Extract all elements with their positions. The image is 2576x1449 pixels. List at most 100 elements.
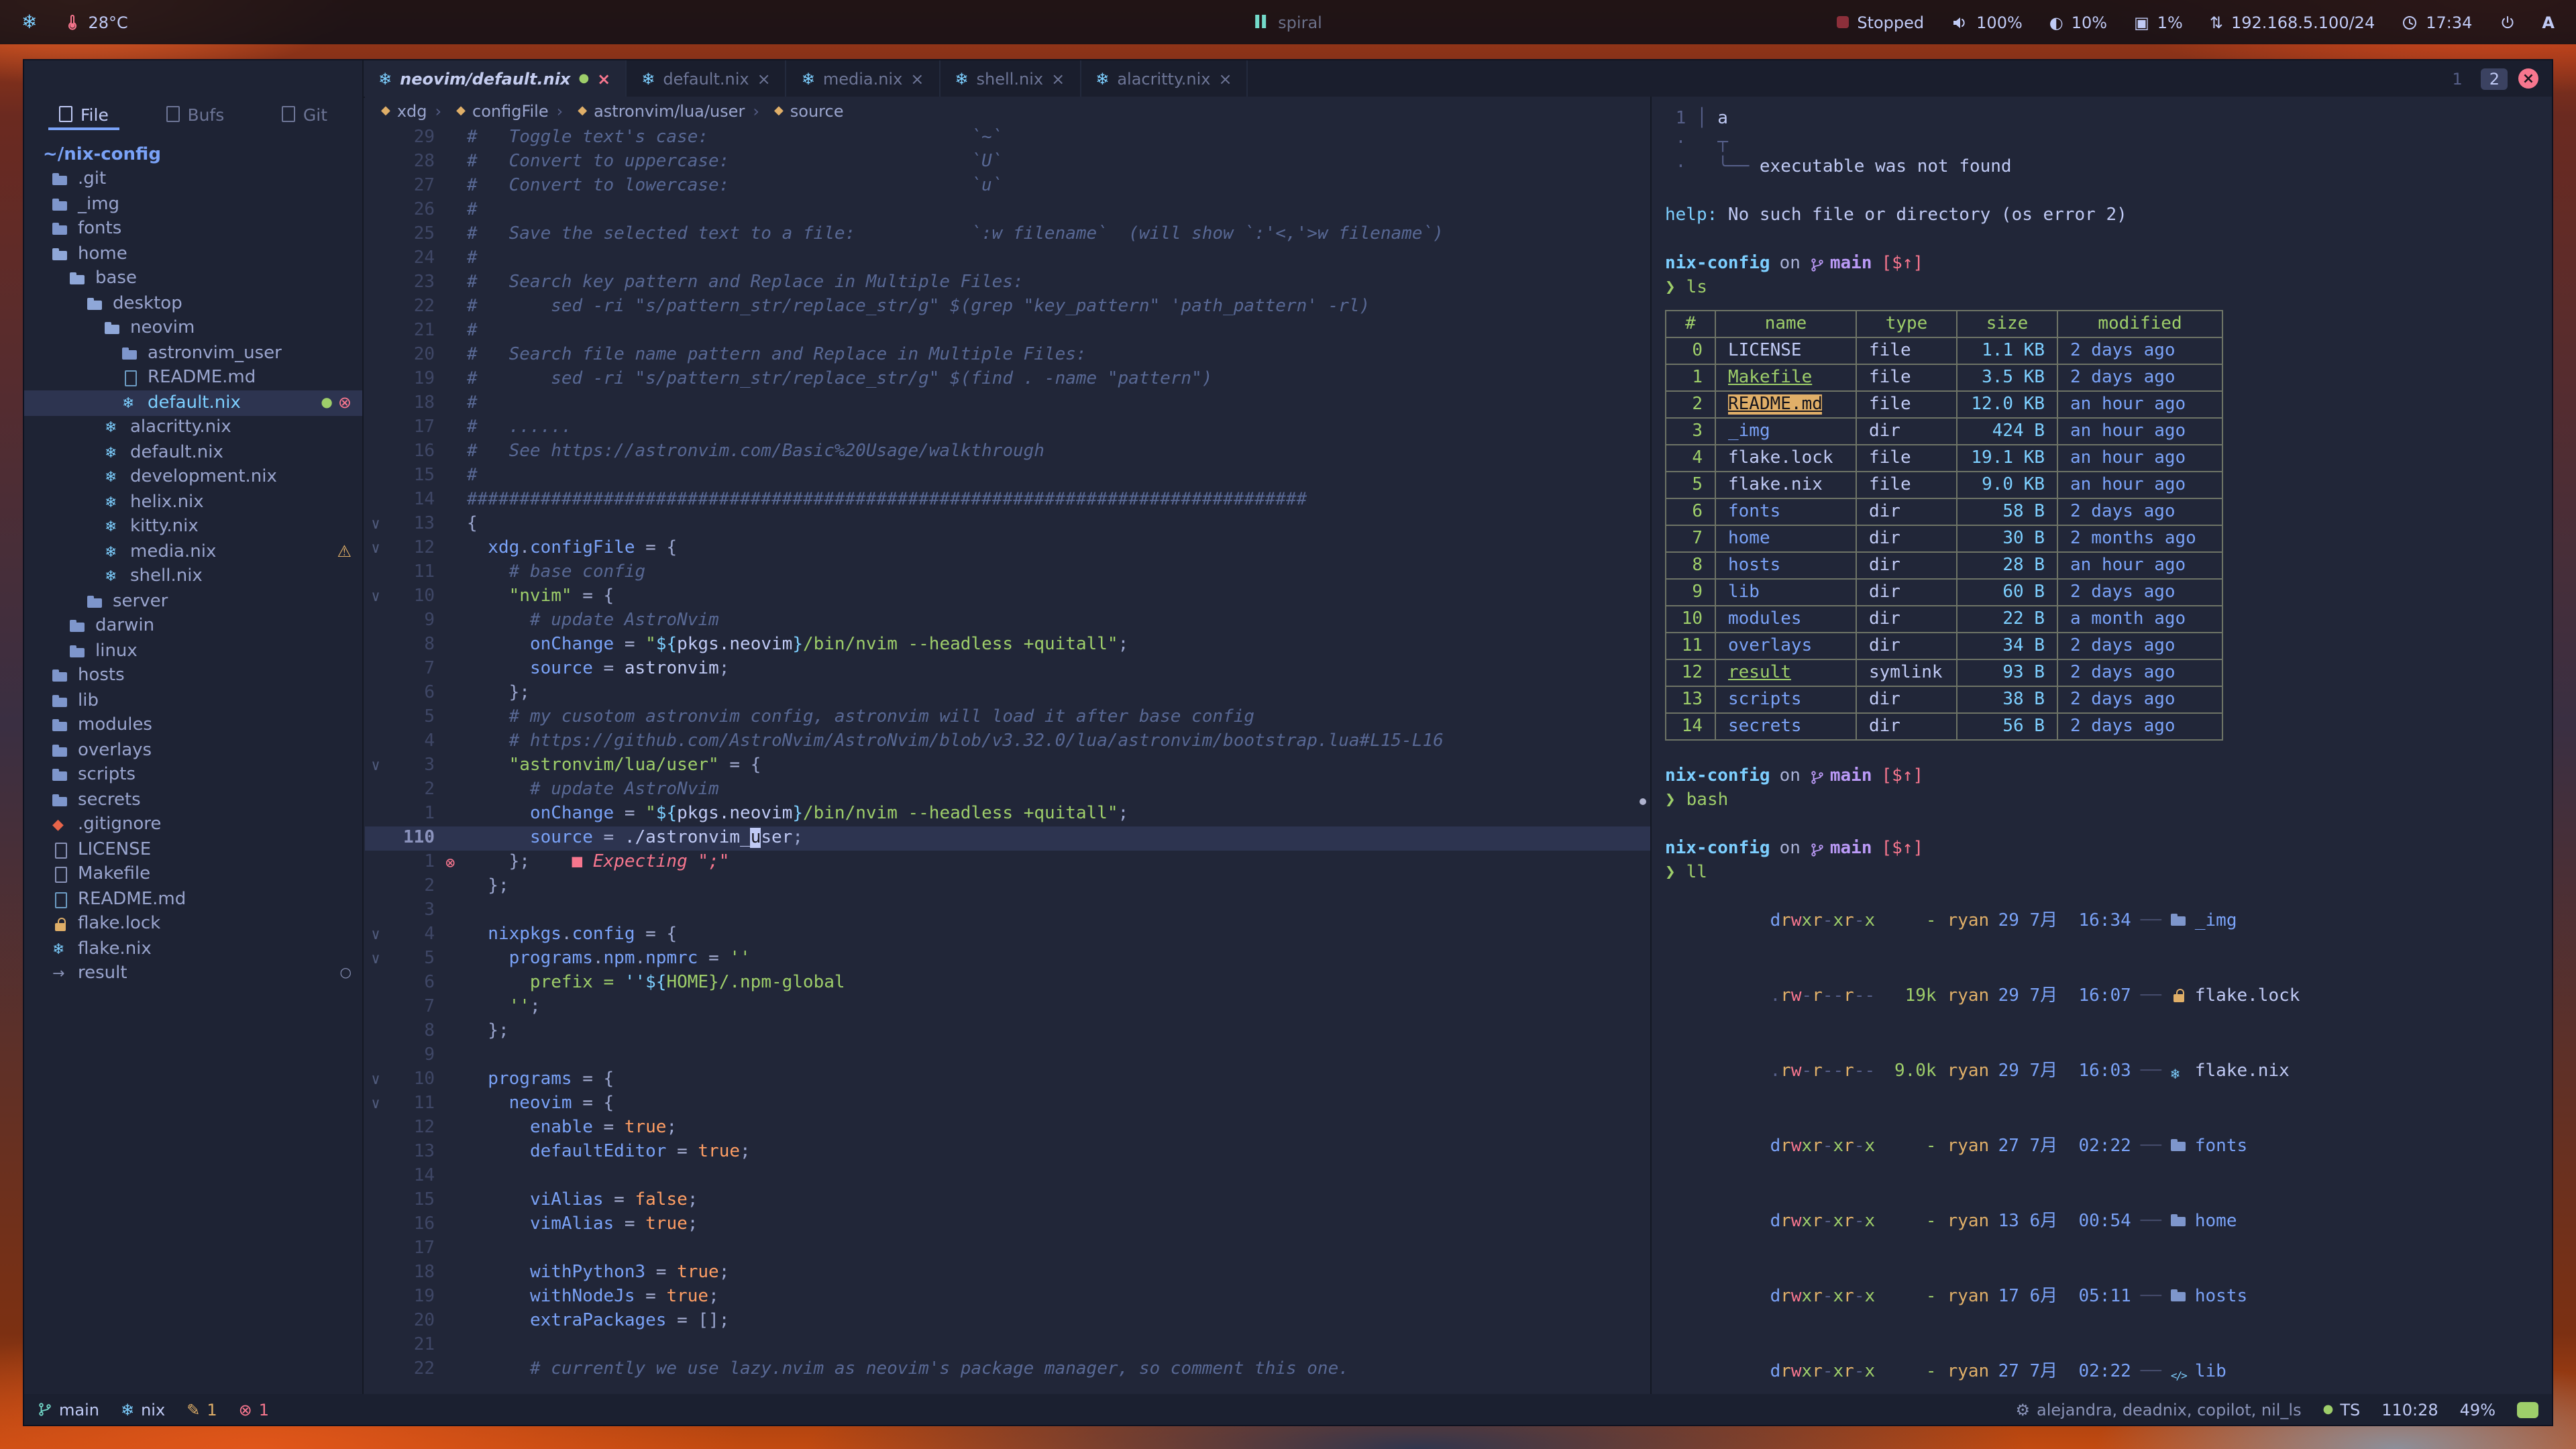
code-line[interactable]: ∨ 4 ⊗ nixpkgs.config = { — [365, 923, 1650, 947]
network-widget[interactable]: ⇅ 192.168.5.100/24 — [2210, 13, 2375, 32]
code-line[interactable]: ∨ 21 ⊗ # — [365, 319, 1650, 343]
code-line[interactable]: ∨ 7 ⊗ source = astronvim; — [365, 657, 1650, 682]
code-line[interactable]: ∨ 18 ⊗ withPython3 = true; — [365, 1261, 1650, 1285]
editor-pane[interactable]: › ◆ xdg › ◆ configFile › ◆ astronvim/lua… — [365, 97, 1650, 1394]
tree-item[interactable]: media.nix ● ⊗ ⚠ ○ — [24, 539, 362, 564]
code-line[interactable]: ∨ 8 ⊗ }; — [365, 1020, 1650, 1044]
code-line[interactable]: ∨ 110 ⊗ source = ./astronvim_user; — [365, 826, 1650, 851]
code-line[interactable]: ∨ 10 ⊗ "nvim" = { — [365, 585, 1650, 609]
code-line[interactable]: ∨ 21 ⊗ — [365, 1334, 1650, 1358]
tab-close-icon[interactable]: × — [910, 69, 924, 88]
tree-item[interactable]: secrets ● ⊗ ⚠ ○ — [24, 788, 362, 812]
tree-item[interactable]: darwin ● ⊗ ⚠ ○ — [24, 614, 362, 639]
code-line[interactable]: ∨ 18 ⊗ # — [365, 392, 1650, 416]
code-line[interactable]: ∨ 22 ⊗ # currently we use lazy.nvim as n… — [365, 1358, 1650, 1382]
tab-page-number[interactable]: 1 — [2444, 68, 2470, 89]
pause-icon[interactable] — [1254, 13, 1267, 32]
error-count-segment[interactable]: ⊗ 1 — [239, 1400, 269, 1419]
tab-page-number[interactable]: 2 — [2481, 68, 2508, 89]
tree-item[interactable]: fonts ● ⊗ ⚠ ○ — [24, 217, 362, 241]
tree-item[interactable]: flake.lock ● ⊗ ⚠ ○ — [24, 912, 362, 936]
code-line[interactable]: ∨ 20 ⊗ # Search file name pattern and Re… — [365, 343, 1650, 368]
tree-item[interactable]: .gitignore ● ⊗ ⚠ ○ — [24, 812, 362, 837]
code-line[interactable]: ∨ 6 ⊗ }; — [365, 682, 1650, 706]
nixos-menu[interactable]: ❄ — [21, 11, 37, 33]
tree-item[interactable]: .git ● ⊗ ⚠ ○ — [24, 167, 362, 192]
code-line[interactable]: ∨ 19 ⊗ # sed -ri "s/pattern_str/replace_… — [365, 368, 1650, 392]
keyboard-layout-widget[interactable]: A — [2542, 13, 2555, 32]
tree-item[interactable]: hosts ● ⊗ ⚠ ○ — [24, 663, 362, 688]
tree-item[interactable]: helix.nix ● ⊗ ⚠ ○ — [24, 490, 362, 515]
tree-item[interactable]: Makefile ● ⊗ ⚠ ○ — [24, 862, 362, 887]
code-line[interactable]: ∨ 15 ⊗ viAlias = false; — [365, 1189, 1650, 1213]
breadcrumb-item[interactable]: › ◆ configFile — [435, 102, 549, 121]
tree-item[interactable]: linux ● ⊗ ⚠ ○ — [24, 639, 362, 663]
code-line[interactable]: ∨ 12 ⊗ xdg.configFile = { — [365, 537, 1650, 561]
code-line[interactable]: ∨ 16 ⊗ # See https://astronvim.com/Basic… — [365, 440, 1650, 464]
code-line[interactable]: ∨ 5 ⊗ programs.npm.npmrc = '' — [365, 947, 1650, 971]
code-line[interactable]: ∨ 11 ⊗ # base config — [365, 561, 1650, 585]
power-button[interactable] — [2499, 14, 2515, 30]
fold-chevron-icon[interactable]: ∨ — [365, 1068, 386, 1092]
code-line[interactable]: ∨ 27 ⊗ # Convert to lowercase: `u` — [365, 174, 1650, 199]
fold-chevron-icon[interactable]: ∨ — [365, 1092, 386, 1116]
code-line[interactable]: ∨ 17 ⊗ # ...... — [365, 416, 1650, 440]
tree-item[interactable]: default.nix ● ⊗ ⚠ ○ — [24, 440, 362, 465]
fold-chevron-icon[interactable]: ∨ — [365, 537, 386, 561]
editor-tab[interactable]: ❄ default.nix ● × — [627, 60, 786, 97]
volume-widget[interactable]: 100% — [1951, 13, 2023, 32]
code-line[interactable]: ∨ 14 ⊗ — [365, 1165, 1650, 1189]
terminal-pane[interactable]: 1 │ a · ┬ · ╰── executable was not found… — [1650, 97, 2552, 1394]
tree-item[interactable]: shell.nix ● ⊗ ⚠ ○ — [24, 564, 362, 589]
tree-item[interactable]: lib ● ⊗ ⚠ ○ — [24, 688, 362, 713]
tree-item[interactable]: README.md ● ⊗ ⚠ ○ — [24, 366, 362, 390]
code-line[interactable]: ∨ 23 ⊗ # Search key pattern and Replace … — [365, 271, 1650, 295]
tree-item[interactable]: README.md ● ⊗ ⚠ ○ — [24, 887, 362, 912]
code-line[interactable]: ∨ 4 ⊗ # https://github.com/AstroNvim/Ast… — [365, 730, 1650, 754]
recorder-widget[interactable]: Stopped — [1837, 13, 1924, 32]
editor-tab[interactable]: ❄ shell.nix ● × — [940, 60, 1081, 97]
code-line[interactable]: ∨ 20 ⊗ extraPackages = []; — [365, 1309, 1650, 1334]
code-line[interactable]: ∨ 9 ⊗ # update AstroNvim — [365, 609, 1650, 633]
tree-item[interactable]: ~/nix-config ● ⊗ ⚠ ○ — [24, 142, 362, 167]
code-line[interactable]: ∨ 14 ⊗ #################################… — [365, 488, 1650, 513]
tree-item[interactable]: flake.nix ● ⊗ ⚠ ○ — [24, 936, 362, 961]
code-line[interactable]: ∨ 29 ⊗ # Toggle text's case: `~` — [365, 126, 1650, 150]
fold-chevron-icon[interactable]: ∨ — [365, 513, 386, 537]
code-line[interactable]: ∨ 15 ⊗ # — [365, 464, 1650, 488]
tree-item[interactable]: neovim ● ⊗ ⚠ ○ — [24, 316, 362, 341]
code-line[interactable]: ∨ 8 ⊗ onChange = "${pkgs.neovim}/bin/nvi… — [365, 633, 1650, 657]
brightness-widget[interactable]: ◐ 10% — [2049, 13, 2107, 32]
code-line[interactable]: ∨ 2 ⊗ # update AstroNvim — [365, 778, 1650, 802]
tab-close-icon[interactable]: × — [757, 69, 771, 88]
tree-item[interactable]: home ● ⊗ ⚠ ○ — [24, 241, 362, 266]
code-line[interactable]: ∨ 5 ⊗ # my cusotom astronvim config, ast… — [365, 706, 1650, 730]
code-line[interactable]: ∨ 16 ⊗ vimAlias = true; — [365, 1213, 1650, 1237]
breadcrumb-item[interactable]: › ◆ source — [753, 102, 843, 121]
close-all-button[interactable]: × — [2518, 68, 2538, 89]
code-line[interactable]: ∨ 3 ⊗ — [365, 899, 1650, 923]
code-line[interactable]: ∨ 7 ⊗ ''; — [365, 996, 1650, 1020]
code-line[interactable]: ∨ 19 ⊗ withNodeJs = true; — [365, 1285, 1650, 1309]
code-line[interactable]: ∨ 1 ⊗ onChange = "${pkgs.neovim}/bin/nvi… — [365, 802, 1650, 826]
code-line[interactable]: ∨ 12 ⊗ enable = true; — [365, 1116, 1650, 1140]
tree-item[interactable]: modules ● ⊗ ⚠ ○ — [24, 713, 362, 738]
tree-item[interactable]: desktop ● ⊗ ⚠ ○ — [24, 291, 362, 316]
tree-item[interactable]: development.nix ● ⊗ ⚠ ○ — [24, 465, 362, 490]
code-line[interactable]: ∨ 9 ⊗ — [365, 1044, 1650, 1068]
code-line[interactable]: ∨ 28 ⊗ # Convert to uppercase: `U` — [365, 150, 1650, 174]
code-line[interactable]: ∨ 13 ⊗ { — [365, 513, 1650, 537]
explorer-tab[interactable]: File — [48, 101, 119, 129]
code-line[interactable]: ∨ 11 ⊗ neovim = { — [365, 1092, 1650, 1116]
tree-item[interactable]: overlays ● ⊗ ⚠ ○ — [24, 738, 362, 763]
explorer-tab[interactable]: Git — [271, 101, 338, 129]
explorer-tab[interactable]: Bufs — [155, 101, 235, 129]
tab-close-icon[interactable]: × — [597, 69, 610, 88]
code-line[interactable]: ∨ 13 ⊗ defaultEditor = true; — [365, 1140, 1650, 1165]
tree-item[interactable]: base ● ⊗ ⚠ ○ — [24, 266, 362, 291]
cpu-widget[interactable]: ▣ 1% — [2134, 13, 2183, 32]
code-line[interactable]: ∨ 3 ⊗ "astronvim/lua/user" = { — [365, 754, 1650, 778]
tree-item[interactable]: alacritty.nix ● ⊗ ⚠ ○ — [24, 415, 362, 440]
code-line[interactable]: ∨ 2 ⊗ }; — [365, 875, 1650, 899]
code-line[interactable]: ∨ 24 ⊗ # — [365, 247, 1650, 271]
